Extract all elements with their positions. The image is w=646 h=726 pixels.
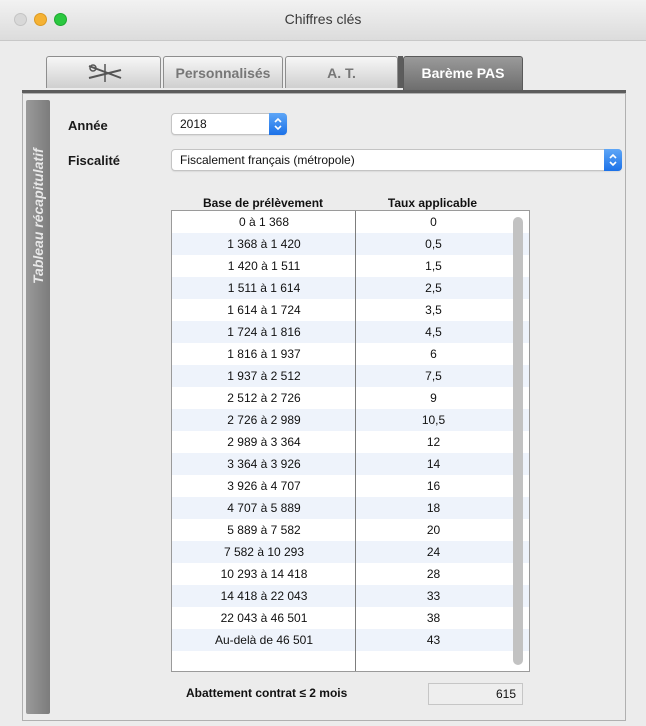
table-row[interactable]: 2 726 à 2 989 10,5: [172, 409, 529, 431]
table-row[interactable]: 1 368 à 1 420 0,5: [172, 233, 529, 255]
table-row[interactable]: 0 à 1 368 0: [172, 211, 529, 233]
tab-bareme-pas[interactable]: Barème PAS: [403, 56, 523, 90]
fiscalite-label: Fiscalité: [68, 153, 121, 168]
window-title: Chiffres clés: [284, 11, 362, 27]
table-row[interactable]: 3 926 à 4 707 16: [172, 475, 529, 497]
tab-tools[interactable]: [46, 56, 161, 88]
column-header-base: Base de prélèvement: [202, 196, 324, 210]
tab-at[interactable]: A. T.: [285, 56, 398, 88]
fiscalite-select[interactable]: Fiscalement français (métropole): [171, 149, 622, 171]
abattement-label: Abattement contrat ≤ 2 mois: [186, 686, 348, 700]
tab-personnalises[interactable]: Personnalisés: [163, 56, 283, 88]
table-row[interactable]: 1 816 à 1 937 6: [172, 343, 529, 365]
table-row[interactable]: 5 889 à 7 582 20: [172, 519, 529, 541]
table-row[interactable]: 3 364 à 3 926 14: [172, 453, 529, 475]
table-row[interactable]: 2 512 à 2 726 9: [172, 387, 529, 409]
table-row[interactable]: 4 707 à 5 889 18: [172, 497, 529, 519]
table-row[interactable]: 1 511 à 1 614 2,5: [172, 277, 529, 299]
scissors-wrench-icon: [88, 64, 122, 82]
annee-label: Année: [68, 118, 108, 133]
table-row[interactable]: 7 582 à 10 293 24: [172, 541, 529, 563]
table-row[interactable]: 1 420 à 1 511 1,5: [172, 255, 529, 277]
table-row[interactable]: 1 614 à 1 724 3,5: [172, 299, 529, 321]
select-arrows-icon: [269, 113, 287, 135]
table-row[interactable]: Au-delà de 46 501 43: [172, 629, 529, 651]
select-arrows-icon: [604, 149, 622, 171]
side-tab[interactable]: Tableau récapitulatif: [26, 100, 50, 714]
abattement-value-field[interactable]: 615: [428, 683, 523, 705]
column-header-taux: Taux applicable: [387, 196, 478, 210]
title-bar: Chiffres clés: [0, 0, 646, 41]
table-row[interactable]: 22 043 à 46 501 38: [172, 607, 529, 629]
bareme-table[interactable]: 0 à 1 368 0 1 368 à 1 420 0,5 1 420 à 1 51…: [171, 210, 530, 672]
annee-value: 2018: [180, 117, 207, 131]
fiscalite-value: Fiscalement français (métropole): [180, 153, 355, 167]
side-tab-label: Tableau récapitulatif: [30, 148, 46, 284]
table-row[interactable]: 14 418 à 22 043 33: [172, 585, 529, 607]
tab-bar: Personnalisés A. T. Barème PAS: [46, 56, 526, 90]
table-row[interactable]: 1 724 à 1 816 4,5: [172, 321, 529, 343]
table-row[interactable]: 1 937 à 2 512 7,5: [172, 365, 529, 387]
table-row[interactable]: 2 989 à 3 364 12: [172, 431, 529, 453]
table-row[interactable]: 10 293 à 14 418 28: [172, 563, 529, 585]
annee-select[interactable]: 2018: [171, 113, 287, 135]
table-scrollbar[interactable]: [513, 217, 523, 665]
column-divider: [355, 211, 356, 671]
